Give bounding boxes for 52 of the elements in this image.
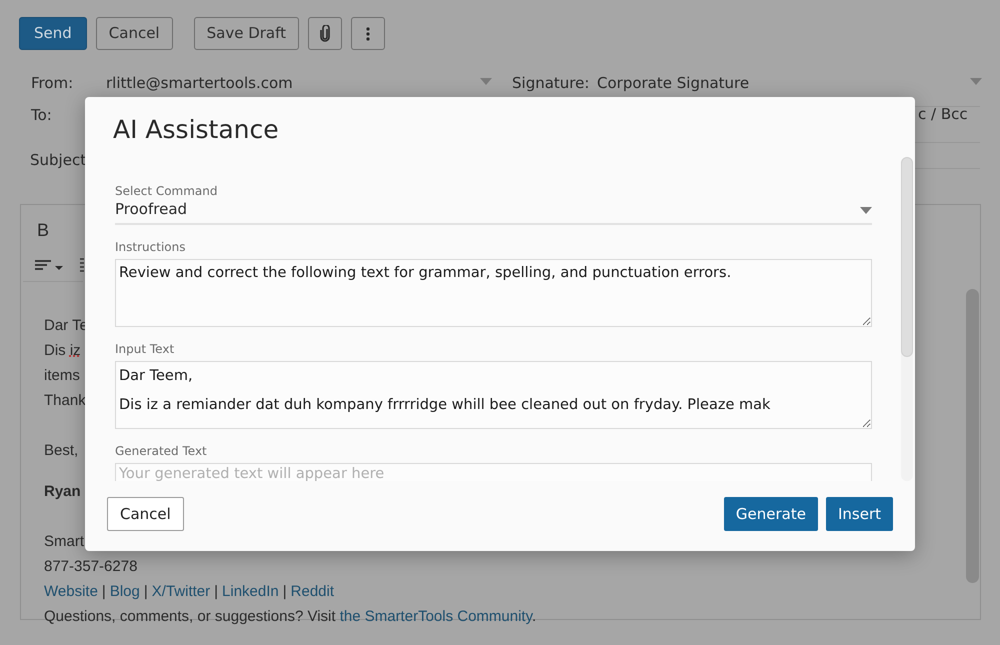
dropdown-caret-icon	[970, 78, 982, 85]
signature-field[interactable]: Corporate Signature	[597, 72, 897, 98]
field-label: Input Text	[115, 341, 176, 357]
align-icon[interactable]	[35, 260, 63, 272]
bold-button[interactable]: B	[37, 217, 50, 244]
body-text: Smart	[44, 532, 84, 552]
cancel-button[interactable]: Cancel	[96, 17, 173, 50]
insert-button[interactable]: Insert	[826, 497, 893, 531]
body-text: Dis iz	[44, 341, 81, 361]
subject-label: Subject	[30, 150, 86, 171]
field-label: Generated Text	[115, 443, 208, 459]
signature-link[interactable]: Blog	[110, 579, 140, 604]
dialog-title: AI Assistance	[113, 114, 279, 146]
signature-label: Signature:	[512, 73, 590, 94]
link-separator: |	[282, 582, 287, 602]
body-text: 877-357-6278	[44, 557, 138, 577]
body-text: Questions, comments, or suggestions? Visit the SmarterTools Community.	[44, 607, 536, 627]
to-label: To:	[31, 105, 52, 126]
command-select[interactable]: Proofread	[115, 199, 872, 225]
scrollbar-thumb[interactable]	[966, 289, 979, 583]
input-text-field[interactable]: Dar Teem, Dis iz a remiander dat duh kompany frrrridge whill bee cleaned out on fryday. Pleaze mak	[115, 361, 872, 429]
generate-button[interactable]: Generate	[724, 497, 818, 531]
cc-bcc-link[interactable]: c / Bcc	[918, 104, 968, 124]
generated-text-field[interactable]: Your generated text will appear here	[115, 463, 872, 481]
cancel-button[interactable]: Cancel	[107, 497, 184, 531]
paperclip-icon	[320, 25, 330, 42]
scrollbar-thumb[interactable]	[901, 157, 913, 357]
link-separator: |	[214, 582, 218, 602]
from-label: From:	[31, 73, 74, 94]
field-label: Instructions	[115, 239, 186, 255]
signature-link[interactable]: Reddit	[290, 579, 334, 604]
field-label: Select Command	[115, 183, 219, 199]
community-link[interactable]: the SmarterTools Community	[340, 608, 532, 625]
link-separator: |	[144, 582, 148, 602]
signature-link[interactable]: LinkedIn	[222, 579, 279, 604]
body-text: Best,	[44, 441, 78, 461]
more-icon	[366, 26, 370, 40]
body-text: items	[44, 366, 80, 386]
body-text: Thank	[44, 391, 86, 411]
send-button[interactable]: Send	[19, 17, 87, 50]
signature-name: Ryan	[44, 482, 81, 502]
instructions-field[interactable]: Review and correct the following text for grammar, spelling, and punctuation errors.	[115, 259, 872, 327]
dropdown-caret-icon	[860, 207, 872, 214]
signature-link[interactable]: Website	[44, 579, 98, 604]
from-field[interactable]: rlittle@smartertools.com	[106, 72, 498, 98]
dropdown-caret-icon	[480, 78, 492, 85]
save-draft-button[interactable]: Save Draft	[194, 17, 300, 50]
numbered-list-icon[interactable]	[79, 258, 85, 272]
signature-link[interactable]: X/Twitter	[152, 579, 210, 604]
attach-button[interactable]	[308, 17, 342, 50]
more-button[interactable]	[351, 17, 386, 50]
link-separator: |	[102, 582, 106, 602]
